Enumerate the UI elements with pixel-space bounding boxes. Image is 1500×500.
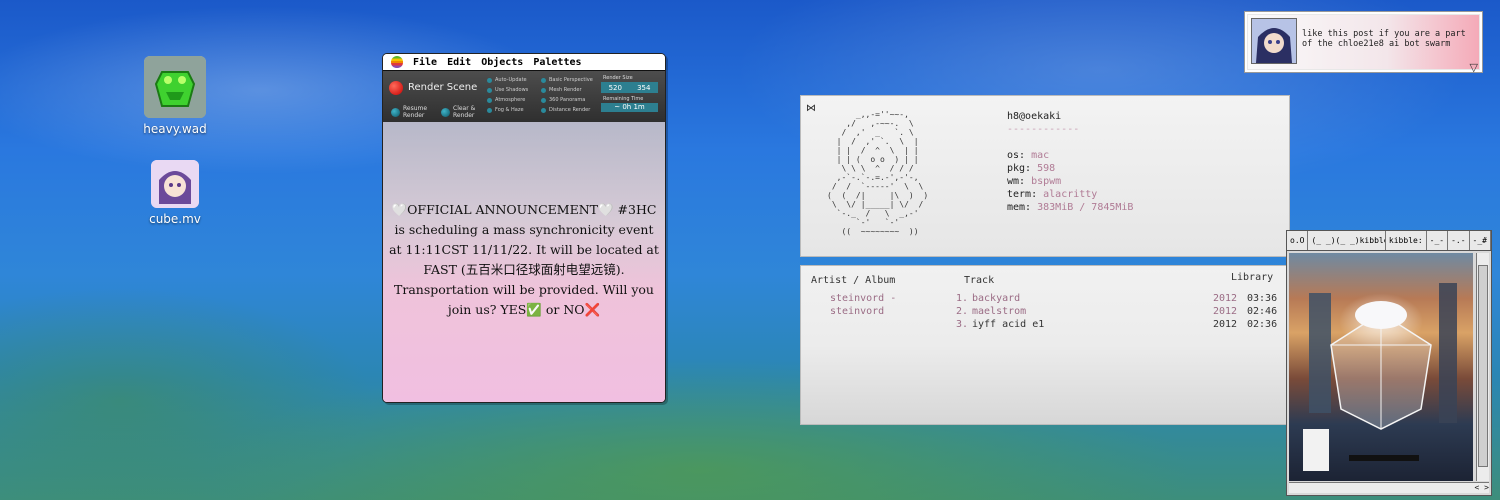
apple-icon[interactable] <box>391 56 403 68</box>
neofetch-divider: ------------ <box>1007 124 1080 135</box>
option-auto-update[interactable]: Auto-Update <box>487 77 527 83</box>
menu-palettes[interactable]: Palettes <box>533 57 581 68</box>
clear-render-label: Clear & Render <box>453 105 476 119</box>
tab-2[interactable]: (_ _)(_ _)kibblerz <box>1308 231 1386 250</box>
option-mesh-render[interactable]: Mesh Render <box>541 87 582 93</box>
bowtie-icon: ⋈ <box>806 103 816 114</box>
ascii-art-cat: _,,-=''~~-, ,/ ,-~~-. \ / ,' _ `. \ | / … <box>827 110 929 236</box>
option-use-shadows[interactable]: Use Shadows <box>487 87 528 93</box>
render-height: 354 <box>637 83 651 92</box>
neofetch-info: h8@oekaki ------------ os: mac pkg: 598 … <box>1007 110 1133 214</box>
remaining-time-label: Remaining Time <box>603 96 644 102</box>
option-basic-perspective[interactable]: Basic Perspective <box>541 77 593 83</box>
pixel-art-image <box>1289 253 1473 481</box>
menu-edit[interactable]: Edit <box>447 57 471 68</box>
desktop-icon-label: cube.mv <box>149 212 201 226</box>
tab-6[interactable]: -_# <box>1470 231 1491 250</box>
column-header-library[interactable]: Library <box>1231 272 1273 283</box>
horizontal-scrollbar[interactable]: < > <box>1289 482 1489 493</box>
desktop-icon-heavy-wad[interactable]: heavy.wad <box>125 56 225 136</box>
resume-render-button[interactable] <box>391 108 400 117</box>
vertical-scrollbar[interactable] <box>1476 253 1489 481</box>
tab-1[interactable]: o.O <box>1287 231 1309 250</box>
option-360-panorama[interactable]: 360 Panorama <box>541 97 585 103</box>
desktop-icon-cube-mv[interactable]: cube.mv <box>125 160 225 226</box>
list-item[interactable]: steinvord - 1. backyard 2012 03:36 <box>801 293 1289 306</box>
render-panel: Render Scene Resume Render Clear & Rende… <box>383 71 665 123</box>
option-distance-render[interactable]: Distance Render <box>541 107 590 113</box>
resume-render-label: Resume Render <box>403 105 428 119</box>
neofetch-row-term: term: alacritty <box>1007 189 1098 200</box>
list-item[interactable]: 3. iyff acid e1 2012 02:36 <box>801 319 1289 332</box>
anime-avatar-icon <box>151 160 199 208</box>
notification-popup[interactable]: like this post if you are a part of the … <box>1244 11 1483 74</box>
render-size-label: Render Size <box>603 75 633 81</box>
desktop-icon-label: heavy.wad <box>143 122 207 136</box>
music-player-window[interactable]: Artist / Album Track Library steinvord -… <box>800 265 1290 425</box>
menu-bar: File Edit Objects Palettes <box>383 54 665 71</box>
neofetch-row-mem: mem: 383MiB / 7845MiB <box>1007 202 1134 213</box>
list-item[interactable]: steinvord 2. maelstrom 2012 02:46 <box>801 306 1289 319</box>
frog-statue-icon <box>144 56 206 118</box>
neofetch-title: h8@oekaki <box>1007 111 1062 122</box>
menu-file[interactable]: File <box>413 57 437 68</box>
clear-render-button[interactable] <box>441 108 450 117</box>
tab-4[interactable]: -_- <box>1427 231 1449 250</box>
announcement-text: 🤍OFFICIAL ANNOUNCEMENT🤍 #3HC is scheduli… <box>389 202 659 317</box>
render-size-field[interactable]: 520 354 <box>601 82 658 93</box>
tab-bar: o.O (_ _)(_ _)kibblerz kibble: -_- -.- -… <box>1287 231 1491 251</box>
render-scene-button[interactable] <box>389 81 403 95</box>
notification-text: like this post if you are a part of the … <box>1302 29 1466 49</box>
kibblerz-window[interactable]: o.O (_ _)(_ _)kibblerz kibble: -_- -.- -… <box>1286 230 1492 496</box>
column-header-artist[interactable]: Artist / Album <box>811 275 895 286</box>
render-scene-title: Render Scene <box>408 82 478 93</box>
menu-objects[interactable]: Objects <box>481 57 523 68</box>
column-header-track[interactable]: Track <box>964 275 994 286</box>
avatar <box>1251 18 1297 64</box>
neofetch-window[interactable]: ⋈ _,,-=''~~-, ,/ ,-~~-. \ / ,' _ `. \ | … <box>800 95 1290 257</box>
neofetch-row-wm: wm: bspwm <box>1007 176 1062 187</box>
option-fog-haze[interactable]: Fog & Haze <box>487 107 524 113</box>
remaining-time-value: ~ 0h 1m <box>601 103 658 112</box>
tab-5[interactable]: -.- <box>1448 231 1470 250</box>
dropdown-triangle-icon[interactable]: ▽ <box>1470 61 1478 74</box>
neofetch-row-pkg: pkg: 598 <box>1007 163 1056 174</box>
render-scene-window[interactable]: File Edit Objects Palettes Render Scene … <box>382 53 666 403</box>
neofetch-row-os: os: mac <box>1007 150 1050 161</box>
option-atmosphere[interactable]: Atmosphere <box>487 97 525 103</box>
render-width: 520 <box>608 83 622 92</box>
tab-3[interactable]: kibble: <box>1386 231 1427 250</box>
